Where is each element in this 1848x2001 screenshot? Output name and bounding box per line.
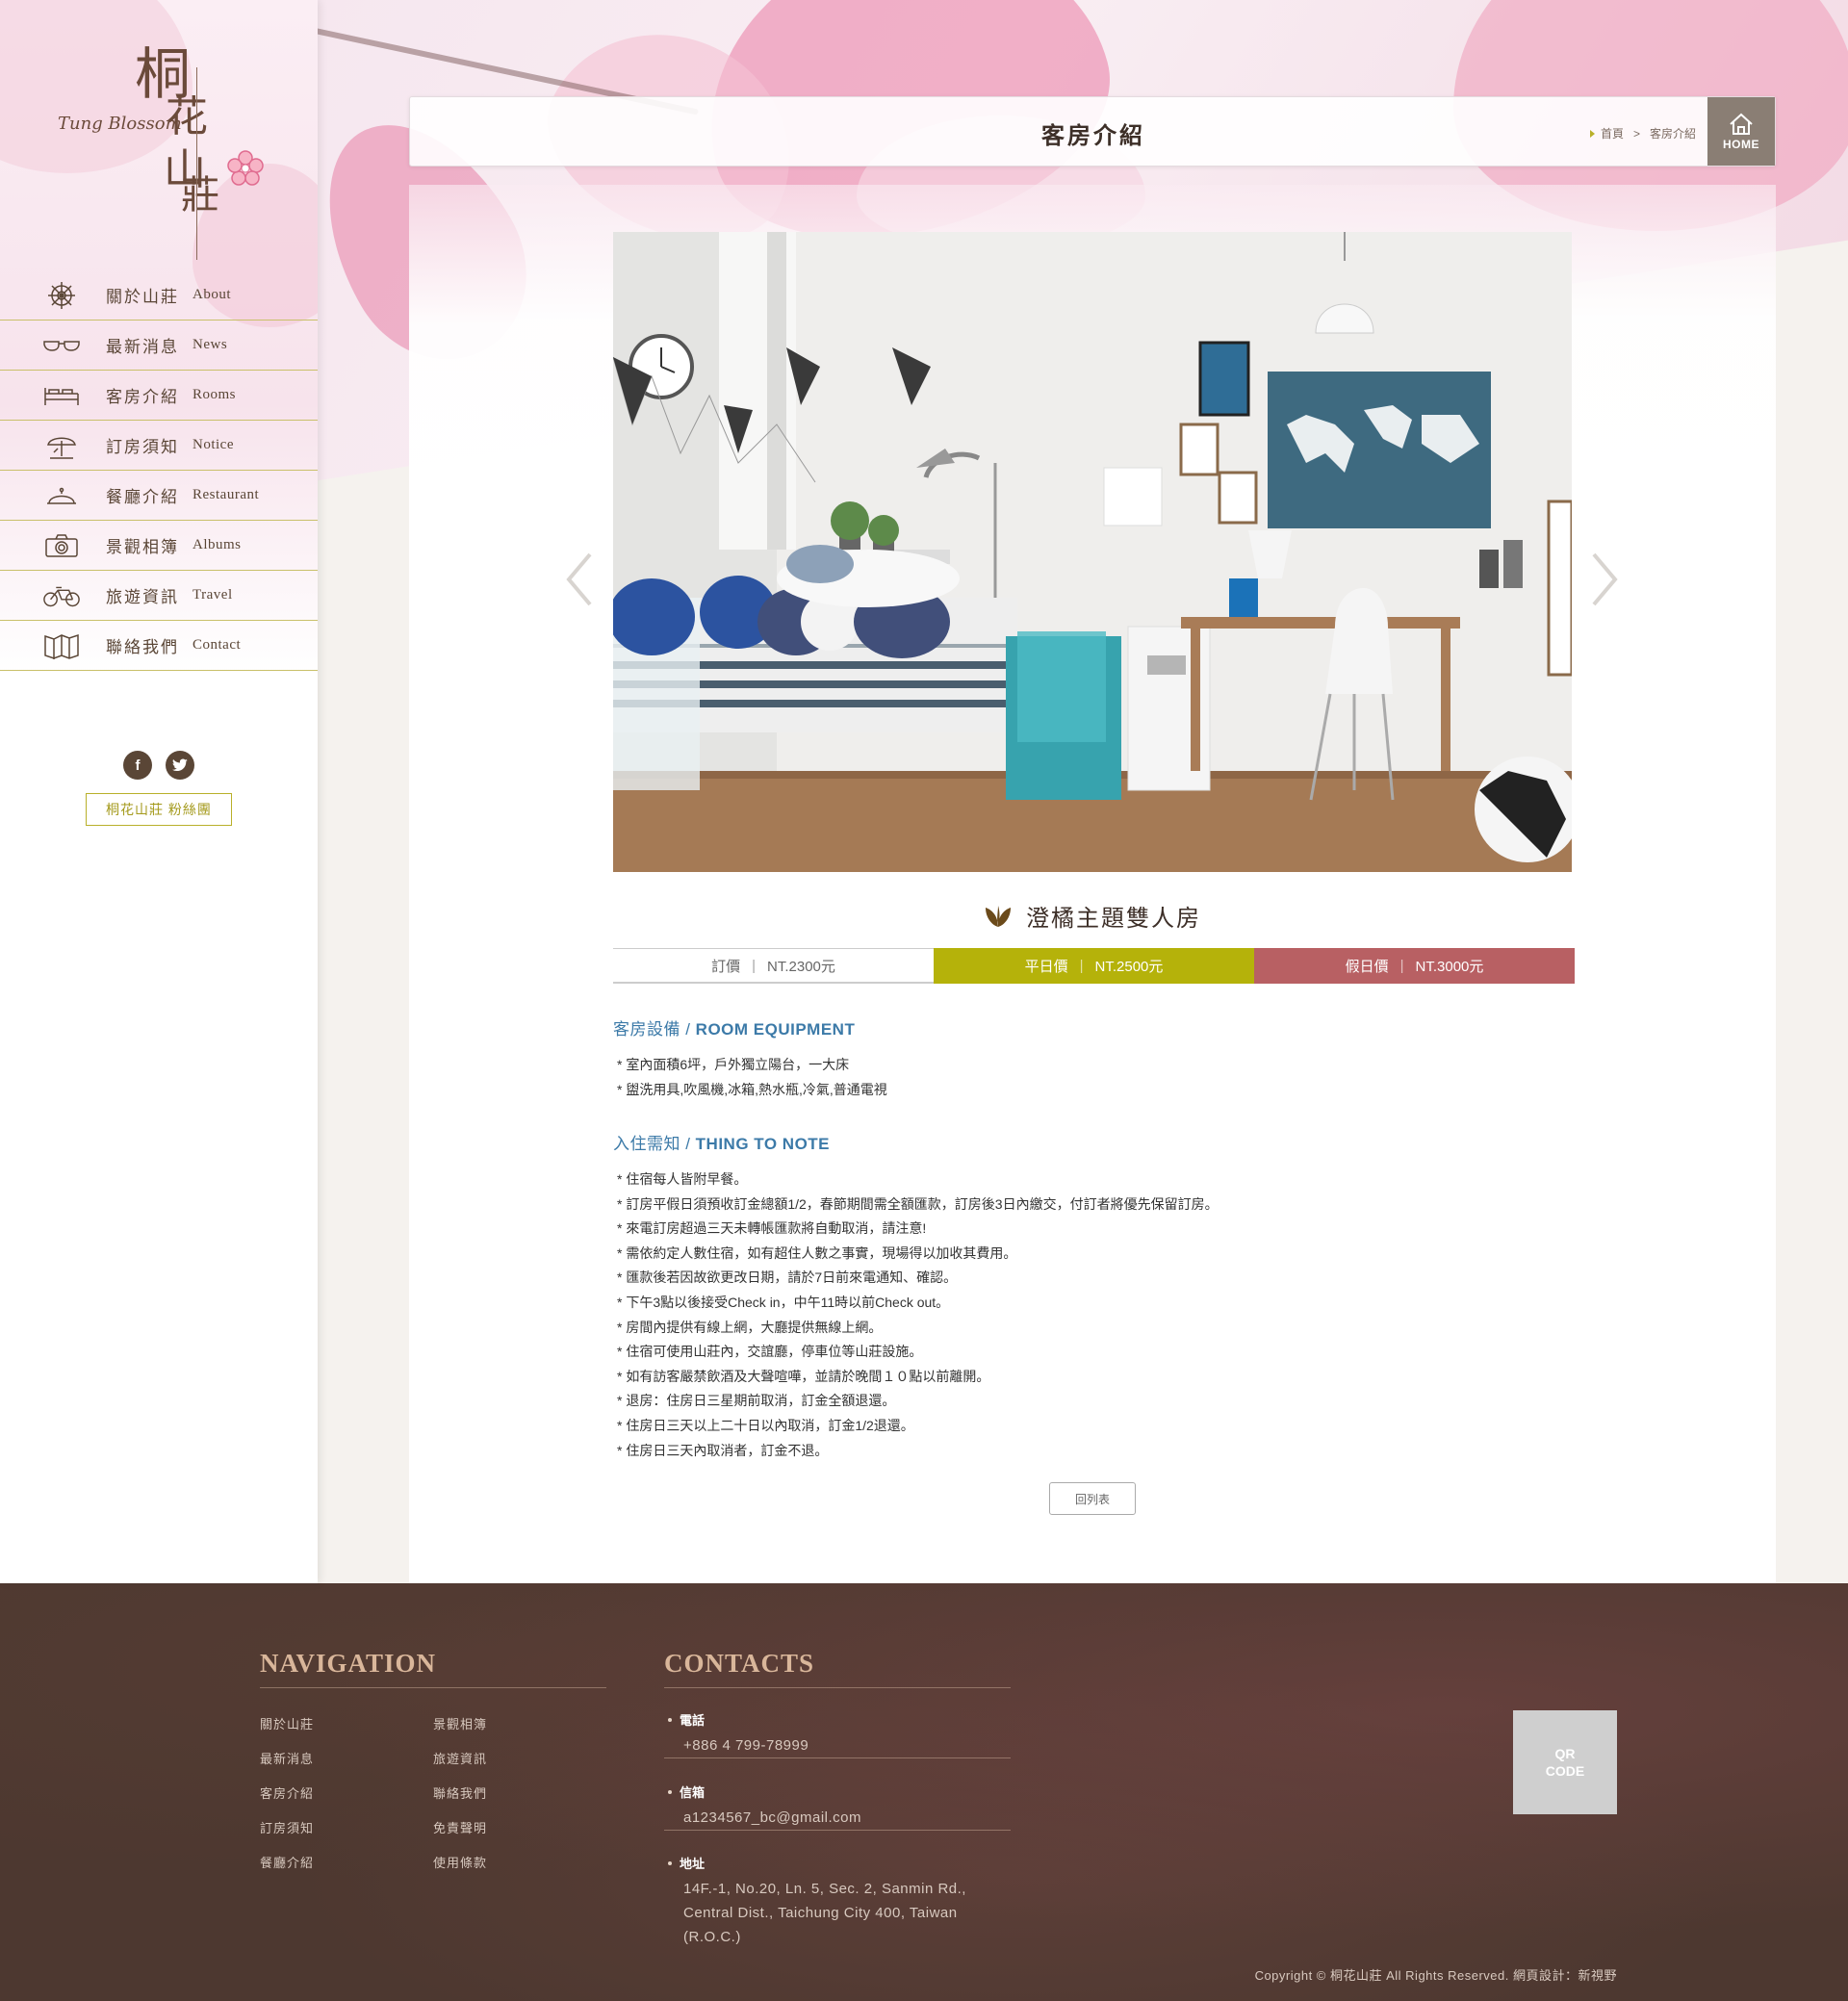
nav-item-restaurant[interactable]: 餐廳介紹 Restaurant xyxy=(0,471,318,521)
beach-umbrella-icon xyxy=(42,431,81,460)
equipment-list: 室內面積6坪，戶外獨立陽台，一大床 盥洗用具,吹風機,冰箱,熱水瓶,冷氣,普通電… xyxy=(617,1053,887,1103)
back-to-list-button[interactable]: 回列表 xyxy=(1049,1482,1136,1515)
nav-item-about[interactable]: 關於山莊 About xyxy=(0,270,318,321)
footer-link[interactable]: 景觀相簿 xyxy=(433,1714,487,1732)
list-item: 來電訂房超過三天未轉帳匯款將自動取消，請注意! xyxy=(617,1217,1219,1242)
page-title: 客房介紹 xyxy=(1041,123,1145,149)
camera-icon xyxy=(42,531,81,560)
nav-item-news[interactable]: 最新消息 News xyxy=(0,321,318,371)
footer-link[interactable]: 最新消息 xyxy=(260,1749,314,1767)
copyright: Copyright © 桐花山莊 All Rights Reserved. 網頁… xyxy=(1254,1968,1617,1983)
sidebar: 桐 花 山 莊 Tung Blossom 關於山莊 About 最新消息 New… xyxy=(0,0,318,1583)
nav-item-rooms[interactable]: 客房介紹 Rooms xyxy=(0,371,318,421)
list-item: 住房日三天內取消者，訂金不退。 xyxy=(617,1439,1219,1464)
footer: NAVIGATION 關於山莊 最新消息 客房介紹 訂房須知 餐廳介紹 景觀相簿… xyxy=(0,1583,1848,2001)
footer-link[interactable]: 訂房須知 xyxy=(260,1818,314,1836)
list-item: 需依約定人數住宿，如有超住人數之事實，現場得以加收其費用。 xyxy=(617,1242,1219,1267)
logo-english: Tung Blossom xyxy=(58,114,182,134)
slider-prev-arrow-icon[interactable] xyxy=(565,551,594,608)
list-item: 室內面積6坪，戶外獨立陽台，一大床 xyxy=(617,1053,887,1078)
list-item: 如有訪客嚴禁飲酒及大聲喧嘩，並請於晚間１０點以前離開。 xyxy=(617,1365,1219,1390)
email-value[interactable]: a1234567_bc@gmail.com xyxy=(683,1806,861,1830)
footer-link[interactable]: 旅遊資訊 xyxy=(433,1749,487,1767)
section-title-equipment: 客房設備 / ROOM EQUIPMENT xyxy=(613,1020,856,1039)
twitter-icon[interactable] xyxy=(166,751,194,780)
nav-item-notice[interactable]: 訂房須知 Notice xyxy=(0,421,318,471)
room-photo xyxy=(613,232,1572,872)
nav-item-albums[interactable]: 景觀相簿 Albums xyxy=(0,521,318,571)
list-item: 房間內提供有線上網，大廳提供無線上網。 xyxy=(617,1316,1219,1341)
footer-nav-heading: NAVIGATION xyxy=(260,1649,437,1678)
footer-link[interactable]: 客房介紹 xyxy=(260,1783,314,1802)
page-header: 客房介紹 首頁 > 客房介紹 HOME xyxy=(409,96,1776,167)
helm-icon xyxy=(42,281,81,310)
breadcrumb-arrow-icon xyxy=(1589,129,1595,138)
home-icon xyxy=(1730,113,1753,135)
slider-next-arrow-icon[interactable] xyxy=(1590,551,1619,608)
social-links: f xyxy=(123,751,194,780)
price-table: 訂價 | NT.2300元 平日價 | NT.2500元 假日價 | NT.3000元 xyxy=(613,948,1575,984)
room-name: 澄橘主題雙人房 xyxy=(613,899,1572,933)
list-item: 下午3點以後接受Check in，中午11時以前Check out。 xyxy=(617,1291,1219,1316)
main-nav: 關於山莊 About 最新消息 News 客房介紹 Rooms 訂房須知 Not… xyxy=(0,270,318,671)
section-title-notes: 入住需知 / THING TO NOTE xyxy=(613,1135,831,1153)
dish-cover-icon xyxy=(42,481,81,510)
footer-link[interactable]: 聯絡我們 xyxy=(433,1783,487,1802)
list-item: 住房日三天以上二十日以內取消，訂金1/2退還。 xyxy=(617,1414,1219,1439)
breadcrumb-current: 客房介紹 xyxy=(1649,127,1696,141)
notes-list: 住宿每人皆附早餐。 訂房平假日須預收訂金總額1/2，春節期間需全額匯款，訂房後3… xyxy=(617,1167,1219,1464)
list-item: 住宿每人皆附早餐。 xyxy=(617,1167,1219,1193)
facebook-icon[interactable]: f xyxy=(123,751,152,780)
home-button[interactable]: HOME xyxy=(1707,97,1775,166)
list-item: 訂房平假日須預收訂金總額1/2，春節期間需全額匯款，訂房後3日內繳交，付訂者將優… xyxy=(617,1193,1218,1218)
footer-link[interactable]: 免責聲明 xyxy=(433,1818,487,1836)
bed-icon xyxy=(42,381,81,410)
blossom-icon xyxy=(227,150,264,186)
leaf-icon xyxy=(986,905,1011,927)
glasses-icon xyxy=(42,331,81,360)
footer-link[interactable]: 餐廳介紹 xyxy=(260,1853,314,1871)
breadcrumb-home[interactable]: 首頁 xyxy=(1601,125,1624,141)
price-holiday: 假日價 | NT.3000元 xyxy=(1254,948,1575,984)
map-icon xyxy=(42,631,81,660)
address-label: 地址 xyxy=(668,1854,705,1872)
bicycle-icon xyxy=(42,581,81,610)
fan-page-button[interactable]: 桐花山莊 粉絲團 xyxy=(86,793,232,826)
breadcrumb: 首頁 > 客房介紹 xyxy=(1589,125,1696,141)
phone-label: 電話 xyxy=(668,1710,705,1729)
site-logo[interactable]: 桐 花 山 莊 Tung Blossom xyxy=(48,29,279,260)
qr-code: QR CODE xyxy=(1513,1710,1617,1814)
footer-link[interactable]: 關於山莊 xyxy=(260,1714,314,1732)
list-item: 住宿可使用山莊內，交誼廳，停車位等山莊設施。 xyxy=(617,1340,1219,1365)
list-item: 退房：住房日三星期前取消，訂金全額退還。 xyxy=(617,1389,1219,1414)
footer-contacts-heading: CONTACTS xyxy=(664,1649,815,1678)
price-list: 訂價 | NT.2300元 xyxy=(613,948,934,984)
list-item: 盥洗用具,吹風機,冰箱,熱水瓶,冷氣,普通電視 xyxy=(617,1078,886,1103)
price-weekday: 平日價 | NT.2500元 xyxy=(934,948,1254,984)
address-value: 14F.-1, No.20, Ln. 5, Sec. 2, Sanmin Rd.… xyxy=(683,1881,966,1945)
list-item: 匯款後若因故欲更改日期，請於7日前來電通知、確認。 xyxy=(617,1266,1219,1291)
nav-item-travel[interactable]: 旅遊資訊 Travel xyxy=(0,571,318,621)
email-label: 信箱 xyxy=(668,1783,705,1801)
phone-value: +886 4 799-78999 xyxy=(683,1737,809,1754)
footer-link[interactable]: 使用條款 xyxy=(433,1853,487,1871)
nav-item-contact[interactable]: 聯絡我們 Contact xyxy=(0,621,318,671)
